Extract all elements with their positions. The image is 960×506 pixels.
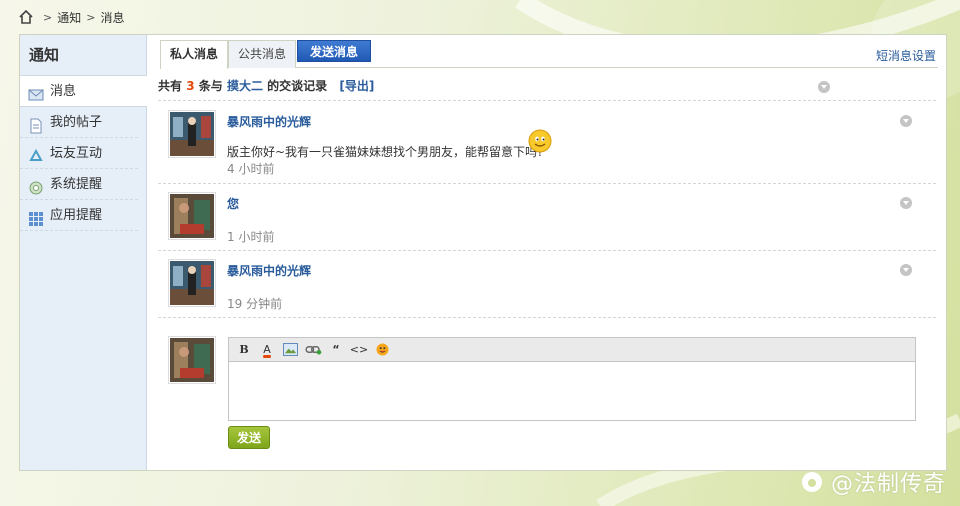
weibo-logo-icon xyxy=(801,472,822,492)
send-button[interactable]: 发送 xyxy=(228,426,270,449)
image-icon[interactable] xyxy=(280,341,300,359)
message-time: 4 小时前 xyxy=(227,162,275,176)
tab-private-messages[interactable]: 私人消息 xyxy=(160,40,229,69)
message-item: 您 1 小时前 xyxy=(158,184,936,251)
avatar[interactable] xyxy=(168,192,216,240)
sidebar-item-label: 应用提醒 xyxy=(50,208,103,223)
font-color-button[interactable]: A xyxy=(257,341,277,359)
avatar[interactable] xyxy=(168,336,216,384)
breadcrumb-notice[interactable]: 通知 xyxy=(57,9,81,26)
watermark-text: @法制传奇 xyxy=(830,472,946,497)
reply-editor: B A “ <> xyxy=(228,337,916,421)
avatar[interactable] xyxy=(168,259,216,307)
sidebar-item-label: 坛友互动 xyxy=(50,146,103,161)
bold-button[interactable]: B xyxy=(234,341,254,359)
conversation-summary: 共有 3 条与 摸大二 的交谈记录 [导出] xyxy=(158,77,936,101)
sidebar-item-apps[interactable]: 应用提醒 xyxy=(20,200,138,231)
sidebar-item-interaction[interactable]: 坛友互动 xyxy=(20,138,138,169)
gear-icon xyxy=(28,177,44,195)
send-message-button[interactable]: 发送消息 xyxy=(297,40,372,62)
message-author[interactable]: 暴风雨中的光辉 xyxy=(227,113,311,130)
message-settings-link[interactable]: 短消息设置 xyxy=(876,47,936,64)
chevron-down-icon[interactable] xyxy=(818,81,830,93)
message-time: 1 小时前 xyxy=(227,230,275,244)
chevron-right-icon: > xyxy=(43,10,53,24)
chevron-right-icon: > xyxy=(86,10,96,24)
emoticon-icon[interactable] xyxy=(372,341,392,359)
sidebar-title: 通知 xyxy=(20,35,146,76)
message-author[interactable]: 暴风雨中的光辉 xyxy=(227,262,311,279)
sidebar: 通知 消息 我的帖子 坛友互动 系统提醒 应用提醒 xyxy=(20,35,147,470)
mail-icon xyxy=(28,84,44,101)
breadcrumb-message[interactable]: 消息 xyxy=(100,9,124,26)
message-count: 3 xyxy=(186,79,195,93)
editor-toolbar: B A “ <> xyxy=(229,338,915,362)
document-icon xyxy=(28,115,44,134)
chevron-down-icon[interactable] xyxy=(900,197,912,209)
recycle-icon xyxy=(28,146,44,162)
sidebar-item-label: 系统提醒 xyxy=(50,177,103,192)
message-text: 版主你好~我有一只雀猫妹妹想找个男朋友，能帮留意下吗? xyxy=(227,145,544,159)
main-panel: 通知 消息 我的帖子 坛友互动 系统提醒 应用提醒 私人消息 公共消息 发送消息… xyxy=(19,34,947,471)
avatar[interactable] xyxy=(168,110,216,158)
tab-public-messages[interactable]: 公共消息 xyxy=(228,40,297,68)
conversation-partner[interactable]: 摸大二 xyxy=(227,79,263,93)
sidebar-item-system[interactable]: 系统提醒 xyxy=(20,169,138,200)
message-item: 暴风雨中的光辉 版主你好~我有一只雀猫妹妹想找个男朋友，能帮留意下吗? 4 小时… xyxy=(158,101,936,184)
code-icon[interactable]: <> xyxy=(349,341,369,359)
tab-bar: 私人消息 公共消息 发送消息 xyxy=(160,40,938,69)
watermark: @法制传奇 xyxy=(801,466,946,498)
message-author[interactable]: 您 xyxy=(227,195,239,212)
grid-icon xyxy=(28,208,44,226)
home-icon[interactable] xyxy=(18,9,34,25)
smiley-emoticon-icon xyxy=(528,129,552,153)
sidebar-item-messages[interactable]: 消息 xyxy=(20,76,147,107)
summary-middle: 条与 xyxy=(198,79,223,93)
summary-prefix: 共有 xyxy=(158,79,183,93)
sidebar-item-label: 我的帖子 xyxy=(50,115,103,130)
content-area: 私人消息 公共消息 发送消息 短消息设置 共有 3 条与 摸大二 的交谈记录 [… xyxy=(148,35,946,470)
breadcrumb: > 通知 > 消息 xyxy=(18,8,124,26)
link-icon[interactable] xyxy=(303,341,323,359)
chevron-down-icon[interactable] xyxy=(900,115,912,127)
message-item: 暴风雨中的光辉 19 分钟前 xyxy=(158,251,936,318)
sidebar-item-my-posts[interactable]: 我的帖子 xyxy=(20,107,138,138)
sidebar-item-label: 消息 xyxy=(50,84,77,99)
chevron-down-icon[interactable] xyxy=(900,264,912,276)
summary-suffix: 的交谈记录 xyxy=(267,79,328,93)
reply-textarea[interactable] xyxy=(229,362,915,420)
message-time: 19 分钟前 xyxy=(227,297,283,311)
export-link[interactable]: [导出] xyxy=(339,79,374,93)
quote-icon[interactable]: “ xyxy=(326,341,346,359)
